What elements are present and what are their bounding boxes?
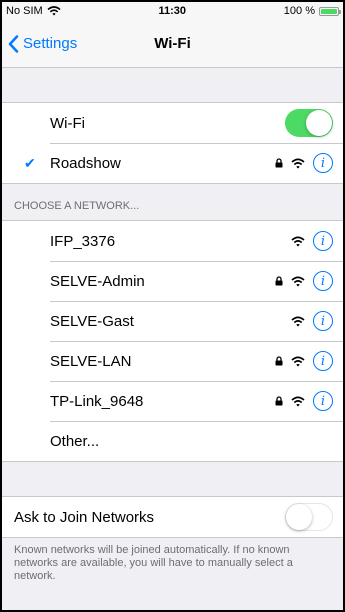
network-name: SELVE-Admin <box>50 272 145 290</box>
connected-network-row[interactable]: ✔ Roadshow i <box>2 143 343 183</box>
network-row[interactable]: SELVE-LAN i <box>2 341 343 381</box>
info-icon[interactable]: i <box>313 311 333 331</box>
info-icon[interactable]: i <box>313 391 333 411</box>
lock-icon <box>275 276 283 286</box>
lock-icon <box>275 396 283 406</box>
back-button[interactable]: Settings <box>8 20 77 67</box>
networks-group: IFP_3376 i SELVE-Admin i SELVE-Gast i SE… <box>2 220 343 462</box>
wifi-label: Wi-Fi <box>50 114 85 132</box>
wifi-signal-icon <box>291 236 305 246</box>
wifi-signal-icon <box>47 6 61 16</box>
other-label: Other... <box>50 432 100 450</box>
ask-join-group: Ask to Join Networks <box>2 496 343 538</box>
wifi-group: Wi-Fi ✔ Roadshow i <box>2 102 343 184</box>
info-icon[interactable]: i <box>313 271 333 291</box>
network-row[interactable]: IFP_3376 i <box>2 221 343 261</box>
checkmark-icon: ✔ <box>24 155 36 171</box>
ask-join-row: Ask to Join Networks <box>2 497 343 537</box>
lock-icon <box>275 158 283 168</box>
wifi-signal-icon <box>291 276 305 286</box>
status-right: 100 % <box>283 5 341 17</box>
status-left: No SIM <box>6 5 61 17</box>
battery-label: 100 % <box>283 5 315 17</box>
chevron-left-icon <box>8 34 19 53</box>
wifi-signal-icon <box>291 158 305 168</box>
ask-join-toggle[interactable] <box>285 503 333 531</box>
network-name: IFP_3376 <box>50 232 116 250</box>
info-icon[interactable]: i <box>313 231 333 251</box>
network-row[interactable]: TP-Link_9648 i <box>2 381 343 421</box>
status-bar: No SIM 11:30 100 % <box>2 2 343 20</box>
network-name: SELVE-Gast <box>50 312 134 330</box>
wifi-toggle[interactable] <box>285 109 333 137</box>
wifi-signal-icon <box>291 356 305 366</box>
status-time: 11:30 <box>158 5 186 17</box>
wifi-signal-icon <box>291 316 305 326</box>
network-row[interactable]: SELVE-Gast i <box>2 301 343 341</box>
other-network-row[interactable]: Other... <box>2 421 343 461</box>
network-name: Roadshow <box>50 154 121 172</box>
lock-icon <box>275 356 283 366</box>
wifi-toggle-row: Wi-Fi <box>2 103 343 143</box>
network-name: SELVE-LAN <box>50 352 132 370</box>
network-row[interactable]: SELVE-Admin i <box>2 261 343 301</box>
navigation-bar: Settings Wi-Fi <box>2 20 343 68</box>
page-title: Wi-Fi <box>154 35 191 52</box>
networks-section-header: CHOOSE A NETWORK... <box>14 200 140 212</box>
battery-icon <box>318 6 341 16</box>
back-label: Settings <box>23 35 78 52</box>
carrier-label: No SIM <box>6 5 43 17</box>
info-icon[interactable]: i <box>313 351 333 371</box>
ask-join-label: Ask to Join Networks <box>14 508 155 526</box>
settings-screen: No SIM 11:30 100 % Settings Wi-Fi Wi-Fi <box>0 0 345 612</box>
network-name: TP-Link_9648 <box>50 392 144 410</box>
info-icon[interactable]: i <box>313 153 333 173</box>
ask-join-footer: Known networks will be joined automatica… <box>14 544 293 582</box>
wifi-signal-icon <box>291 396 305 406</box>
